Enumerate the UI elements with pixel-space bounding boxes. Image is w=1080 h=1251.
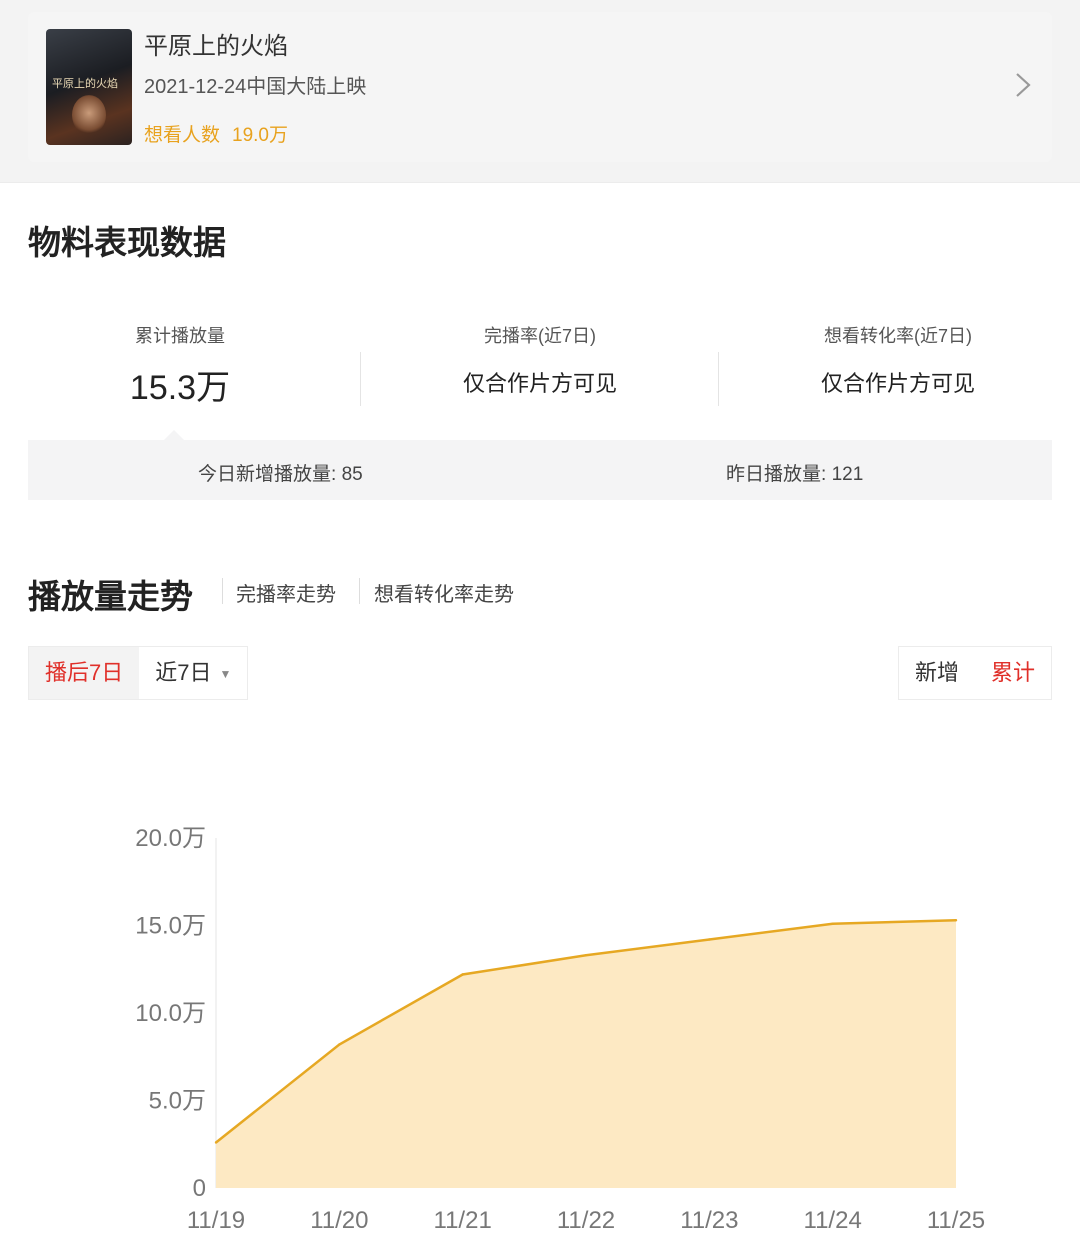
range-last7-dropdown[interactable]: 近7日 ▼ xyxy=(139,647,248,699)
chevron-right-icon[interactable] xyxy=(1008,70,1038,100)
x-tick-label: 11/19 xyxy=(187,1207,245,1234)
data-point xyxy=(831,922,834,925)
stat-label: 累计播放量 xyxy=(135,326,225,346)
data-point xyxy=(708,938,711,941)
yesterday-label: 昨日播放量: xyxy=(726,464,827,485)
range-after-release-button[interactable]: 播后7日 xyxy=(29,647,140,699)
stat-total-plays: 累计播放量 15.3万 xyxy=(10,322,350,409)
poster-figure xyxy=(72,95,106,135)
divider xyxy=(360,352,361,406)
x-tick-label: 11/23 xyxy=(680,1207,738,1234)
data-point xyxy=(214,1141,218,1144)
x-tick-label: 11/24 xyxy=(804,1207,862,1234)
stat-value: 仅合作片方可见 xyxy=(820,371,975,396)
caret-down-icon: ▼ xyxy=(219,667,232,682)
y-tick-label: 15.0万 xyxy=(135,913,206,940)
x-tick-label: 11/25 xyxy=(927,1207,985,1234)
trend-title[interactable]: 播放量走势 xyxy=(28,570,193,618)
range-last7-label: 近7日 xyxy=(155,660,212,685)
mode-cumulative-button[interactable]: 累计 xyxy=(974,647,1051,699)
stat-completion-rate: 完播率(近7日) 仅合作片方可见 xyxy=(370,322,710,398)
tab-completion-trend[interactable]: 完播率走势 xyxy=(236,578,336,607)
play-trend-chart: 0 5.0万 10.0万 15.0万 20.0万 11/19 11/20 11/21 11/22… xyxy=(135,825,985,1234)
stat-label: 完播率(近7日) xyxy=(484,326,596,346)
movie-release-date: 2021-12-24中国大陆上映 xyxy=(144,76,367,98)
stat-value: 15.3万 xyxy=(129,369,231,407)
y-tick-label: 5.0万 xyxy=(149,1088,206,1115)
today-label: 今日新增播放量: xyxy=(198,464,337,485)
want-value: 19.0万 xyxy=(232,125,288,146)
movie-title: 平原上的火焰 xyxy=(144,33,288,60)
x-tick-label: 11/22 xyxy=(557,1207,615,1234)
yesterday-plays: 昨日播放量: 121 xyxy=(726,459,863,486)
y-tick-label: 0 xyxy=(193,1175,206,1202)
divider xyxy=(718,352,719,406)
data-point xyxy=(338,1043,341,1046)
stat-value: 仅合作片方可见 xyxy=(462,371,617,396)
pointer-arrow xyxy=(164,430,184,440)
today-value: 85 xyxy=(341,464,363,485)
tab-want-conversion-trend[interactable]: 想看转化率走势 xyxy=(374,578,514,607)
mode-selector: 新增 累计 xyxy=(897,646,1052,700)
range-selector: 播后7日 近7日 ▼ xyxy=(28,646,249,700)
stat-want-conversion: 想看转化率(近7日) 仅合作片方可见 xyxy=(728,322,1068,398)
mode-new-button[interactable]: 新增 xyxy=(898,647,975,699)
y-tick-label: 10.0万 xyxy=(135,1000,206,1027)
yesterday-value: 121 xyxy=(831,464,864,485)
poster-title-art: 平原上的火焰 xyxy=(52,77,118,90)
y-tick-label: 20.0万 xyxy=(135,825,206,852)
daily-plays-box: 今日新增播放量: 85 昨日播放量: 121 xyxy=(28,440,1052,500)
x-tick-label: 11/20 xyxy=(310,1207,368,1234)
want-label: 想看人数 xyxy=(144,125,221,146)
section-title: 物料表现数据 xyxy=(28,224,226,261)
data-point xyxy=(461,973,464,976)
movie-poster: 平原上的火焰 xyxy=(46,29,132,145)
divider xyxy=(359,578,360,604)
data-point xyxy=(954,919,958,922)
want-to-see-count: 想看人数 19.0万 xyxy=(144,120,288,147)
x-tick-label: 11/21 xyxy=(434,1207,492,1234)
today-new-plays: 今日新增播放量: 85 xyxy=(198,459,363,486)
stat-label: 想看转化率(近7日) xyxy=(824,326,972,346)
movie-card[interactable]: 平原上的火焰 平原上的火焰 2021-12-24中国大陆上映 想看人数 19.0万 xyxy=(28,12,1052,162)
data-point xyxy=(584,954,588,957)
divider xyxy=(222,578,223,604)
